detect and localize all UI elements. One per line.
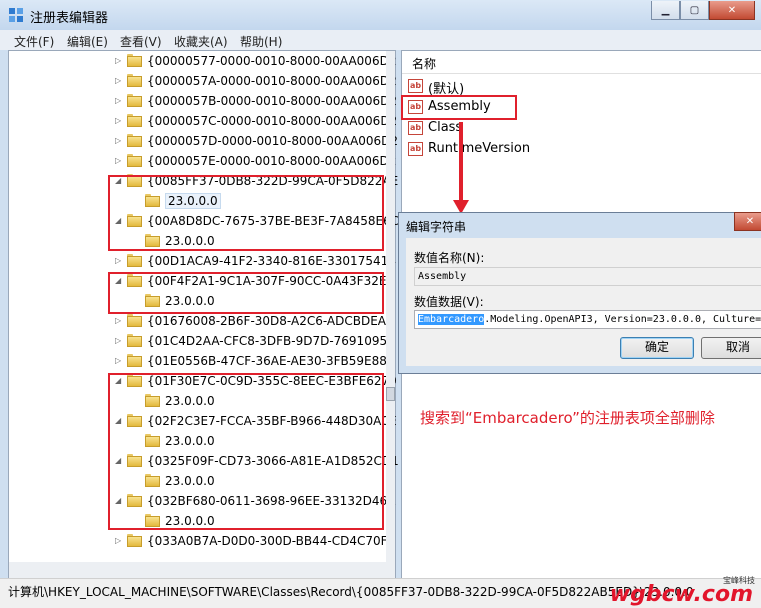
folder-icon	[127, 254, 142, 267]
tree-item-label: {033A0B7A-D0D0-300D-BB44-CD4C70FF	[147, 534, 395, 548]
minimize-icon: ▁	[661, 4, 670, 16]
highlight-assembly	[401, 95, 517, 120]
menu-bar: 文件(F) 编辑(E) 查看(V) 收藏夹(A) 帮助(H)	[0, 30, 761, 50]
tree-item-key[interactable]: ▷ {0000057E-0000-0010-8000-00AA006D2	[9, 152, 396, 172]
expand-icon[interactable]: ▷	[115, 56, 121, 65]
tree-item-key[interactable]: ▷ {0000057C-0000-0010-8000-00AA006D2	[9, 112, 397, 132]
tree-item-key[interactable]: ▷ {00D1ACA9-41F2-3340-816E-330175414	[9, 252, 396, 272]
tree-item-key[interactable]: ▷ {033A0B7A-D0D0-300D-BB44-CD4C70FF	[9, 532, 394, 552]
tree-item-key[interactable]: ▷ {00000577-0000-0010-8000-00AA006D2	[9, 52, 396, 72]
menu-favorites[interactable]: 收藏夹(A)	[174, 33, 228, 50]
dialog-title: 编辑字符串	[406, 220, 467, 234]
expand-icon[interactable]: ▷	[115, 96, 121, 105]
tree-item-key[interactable]: ▷ {01676008-2B6F-30D8-A2C6-ADCBDEA7	[9, 312, 394, 332]
expand-icon[interactable]: ▷	[115, 336, 121, 345]
tree-item-key[interactable]: ▷ {01E0556B-47CF-36AE-AE30-3FB59E888	[9, 352, 395, 372]
tree-item-label: {00D1ACA9-41F2-3340-816E-330175414	[147, 254, 396, 268]
menu-file[interactable]: 文件(F)	[14, 33, 54, 50]
edit-string-dialog: 编辑字符串 ✕ 数值名称(N): Assembly 数值数据(V): Embar…	[398, 212, 761, 374]
value-name-text: Assembly	[418, 271, 467, 282]
string-value-icon: ab	[408, 79, 423, 93]
expand-icon[interactable]: ▷	[115, 356, 121, 365]
value-data-field[interactable]: Embarcadero.Modeling.OpenAPI3, Version=2…	[414, 310, 761, 329]
ok-button[interactable]: 确定	[620, 337, 694, 359]
annotation-arrow-line	[459, 122, 463, 202]
value-name-field: Assembly	[414, 267, 761, 286]
column-header-name[interactable]: 名称	[402, 51, 761, 74]
watermark-logo: wgbcw.com	[609, 582, 753, 607]
menu-view[interactable]: 查看(V)	[120, 33, 162, 50]
close-icon: ✕	[727, 4, 737, 16]
folder-icon	[127, 354, 142, 367]
value-name: Class	[428, 120, 463, 135]
expand-icon[interactable]: ▷	[115, 316, 121, 325]
folder-icon	[127, 534, 142, 547]
highlight-group-3	[108, 373, 384, 530]
folder-icon	[127, 334, 142, 347]
tree-horizontal-scrollbar[interactable]	[9, 562, 386, 579]
value-data-label: 数值数据(V):	[414, 295, 484, 309]
menu-help[interactable]: 帮助(H)	[240, 33, 282, 50]
expand-icon[interactable]: ▷	[115, 136, 121, 145]
tree-item-label: {01676008-2B6F-30D8-A2C6-ADCBDEA7	[147, 314, 394, 328]
folder-icon	[127, 154, 142, 167]
annotation-text: 搜索到“Embarcadero”的注册表项全部删除	[420, 409, 715, 427]
dialog-close-button[interactable]: ✕	[734, 212, 761, 231]
value-data-selection: Embarcadero	[418, 314, 485, 325]
maximize-button[interactable]: ▢	[680, 1, 709, 20]
expand-icon[interactable]: ▷	[115, 76, 121, 85]
string-value-icon: ab	[408, 142, 423, 156]
folder-icon	[127, 74, 142, 87]
dialog-body: 数值名称(N): Assembly 数值数据(V): Embarcadero.M…	[406, 238, 761, 366]
tree-item-key[interactable]: ▷ {01C4D2AA-CFC8-3DFB-9D7D-76910957	[9, 332, 395, 352]
status-path: 计算机\HKEY_LOCAL_MACHINE\SOFTWARE\Classes\…	[8, 585, 694, 599]
folder-icon	[127, 134, 142, 147]
tree-item-label: {01E0556B-47CF-36AE-AE30-3FB59E888	[147, 354, 395, 368]
folder-icon	[127, 54, 142, 67]
expand-icon[interactable]: ▷	[115, 256, 121, 265]
tree-item-key[interactable]: ▷ {0000057D-0000-0010-8000-00AA006D2	[9, 132, 398, 152]
close-icon: ✕	[745, 216, 755, 227]
value-name: RuntimeVersion	[428, 141, 531, 156]
scroll-thumb[interactable]	[386, 387, 395, 401]
folder-icon	[127, 114, 142, 127]
minimize-button[interactable]: ▁	[651, 1, 680, 20]
value-data-text: .Modeling.OpenAPI3, Version=23.0.0.0, Cu…	[484, 314, 761, 325]
tree-item-label: {01C4D2AA-CFC8-3DFB-9D7D-76910957	[147, 334, 395, 348]
tree-item-label: {0000057A-0000-0010-8000-00AA006D2	[147, 74, 397, 88]
string-value-icon: ab	[408, 121, 423, 135]
folder-icon	[127, 94, 142, 107]
maximize-icon: ▢	[689, 4, 700, 16]
close-button[interactable]: ✕	[709, 1, 755, 20]
tree-item-key[interactable]: ▷ {0000057B-0000-0010-8000-00AA006D2	[9, 92, 397, 112]
tree-item-label: {00000577-0000-0010-8000-00AA006D2	[147, 54, 397, 68]
tree-item-label: {0000057E-0000-0010-8000-00AA006D2	[147, 154, 397, 168]
value-name-label: 数值名称(N):	[414, 251, 485, 265]
window-title: 注册表编辑器	[30, 11, 109, 26]
menu-edit[interactable]: 编辑(E)	[67, 33, 108, 50]
expand-icon[interactable]: ▷	[115, 116, 121, 125]
highlight-group-2	[108, 272, 384, 314]
title-bar: 注册表编辑器 ▁ ▢ ✕	[0, 0, 761, 30]
expand-icon[interactable]: ▷	[115, 536, 121, 545]
tree-item-label: {0000057D-0000-0010-8000-00AA006D2	[147, 134, 399, 148]
tree-item-key[interactable]: ▷ {0000057A-0000-0010-8000-00AA006D2	[9, 72, 397, 92]
tree-item-label: {0000057B-0000-0010-8000-00AA006D2	[147, 94, 398, 108]
cancel-button[interactable]: 取消	[701, 337, 761, 359]
regedit-icon	[9, 8, 23, 22]
expand-icon[interactable]: ▷	[115, 156, 121, 165]
highlight-group-1	[108, 175, 384, 251]
folder-icon	[127, 314, 142, 327]
column-header-label: 名称	[412, 57, 437, 71]
tree-vertical-scrollbar[interactable]	[386, 51, 395, 579]
tree-item-label: {0000057C-0000-0010-8000-00AA006D2	[147, 114, 398, 128]
